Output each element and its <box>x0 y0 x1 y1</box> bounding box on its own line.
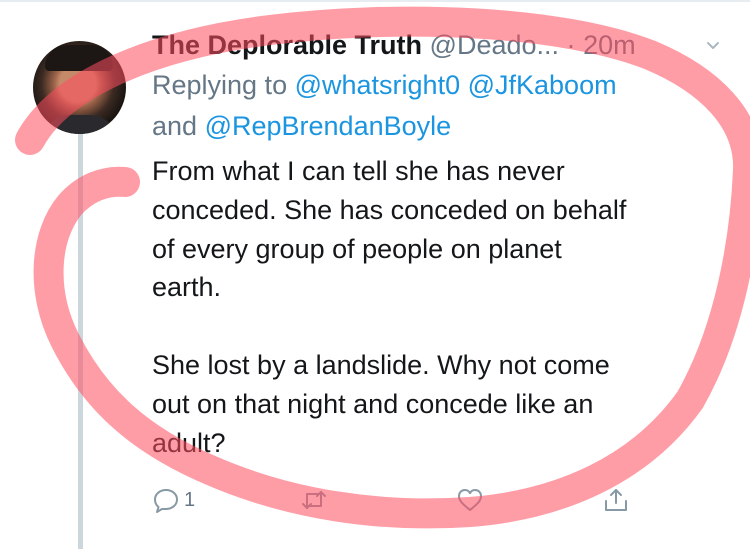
tweet-line: out on that night and concede like an <box>152 388 594 419</box>
avatar-hat <box>45 45 113 71</box>
reply-icon <box>154 489 178 513</box>
share-button[interactable] <box>602 478 630 522</box>
like-button[interactable] <box>456 478 484 522</box>
mention-joiner: and <box>152 111 198 141</box>
thread-line <box>78 122 83 549</box>
mention-link[interactable]: @RepBrendanBoyle <box>205 111 452 141</box>
replying-to-label: Replying to <box>152 70 288 100</box>
tweet-actions: 1 <box>152 478 652 522</box>
tweet-line: From what I can tell she has never <box>152 156 565 186</box>
timestamp[interactable]: 20m <box>583 30 636 60</box>
top-divider <box>0 0 750 2</box>
mention-link[interactable]: @whatsright0 <box>295 70 460 100</box>
user-handle[interactable]: @Deado... <box>430 30 559 60</box>
separator-dot: · <box>566 30 576 60</box>
display-name[interactable]: The Deplorable Truth <box>152 30 422 60</box>
tweet-line: adult? <box>152 427 226 458</box>
avatar-shirt <box>41 115 119 134</box>
reply-count: 1 <box>184 488 196 511</box>
mention-link[interactable]: @JfKaboom <box>468 70 617 100</box>
tweet-text: From what I can tell she has never conce… <box>152 152 732 462</box>
tweet-line: conceded. She has conceded on behalf <box>152 194 627 225</box>
tweet-header: The Deplorable Truth @Deado... · 20m <box>152 22 732 68</box>
replying-to: Replying to @whatsright0 @JfKaboom and @… <box>152 65 742 147</box>
retweet-button[interactable] <box>300 478 328 522</box>
avatar[interactable] <box>33 41 126 134</box>
tweet-line: of every group of people on planet <box>152 233 562 264</box>
chevron-down-icon[interactable] <box>706 38 720 52</box>
reply-button[interactable]: 1 <box>152 478 195 522</box>
retweet-icon <box>302 491 326 509</box>
heart-icon <box>458 489 482 511</box>
share-icon <box>605 489 627 511</box>
tweet-line: She lost by a landslide. Why not come <box>152 349 610 380</box>
tweet-line: earth. <box>152 272 222 303</box>
